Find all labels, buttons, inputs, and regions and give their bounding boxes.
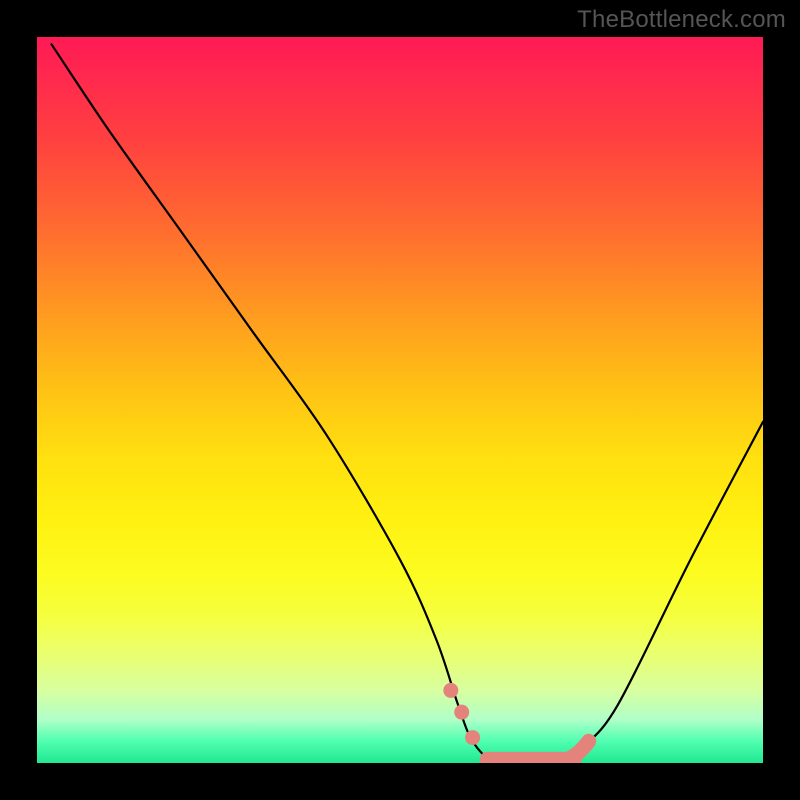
chart-svg [37,37,763,763]
bottleneck-curve [52,44,764,763]
chart-plot-area [37,37,763,763]
highlight-band [443,683,588,759]
watermark-text: TheBottleneck.com [577,6,786,34]
